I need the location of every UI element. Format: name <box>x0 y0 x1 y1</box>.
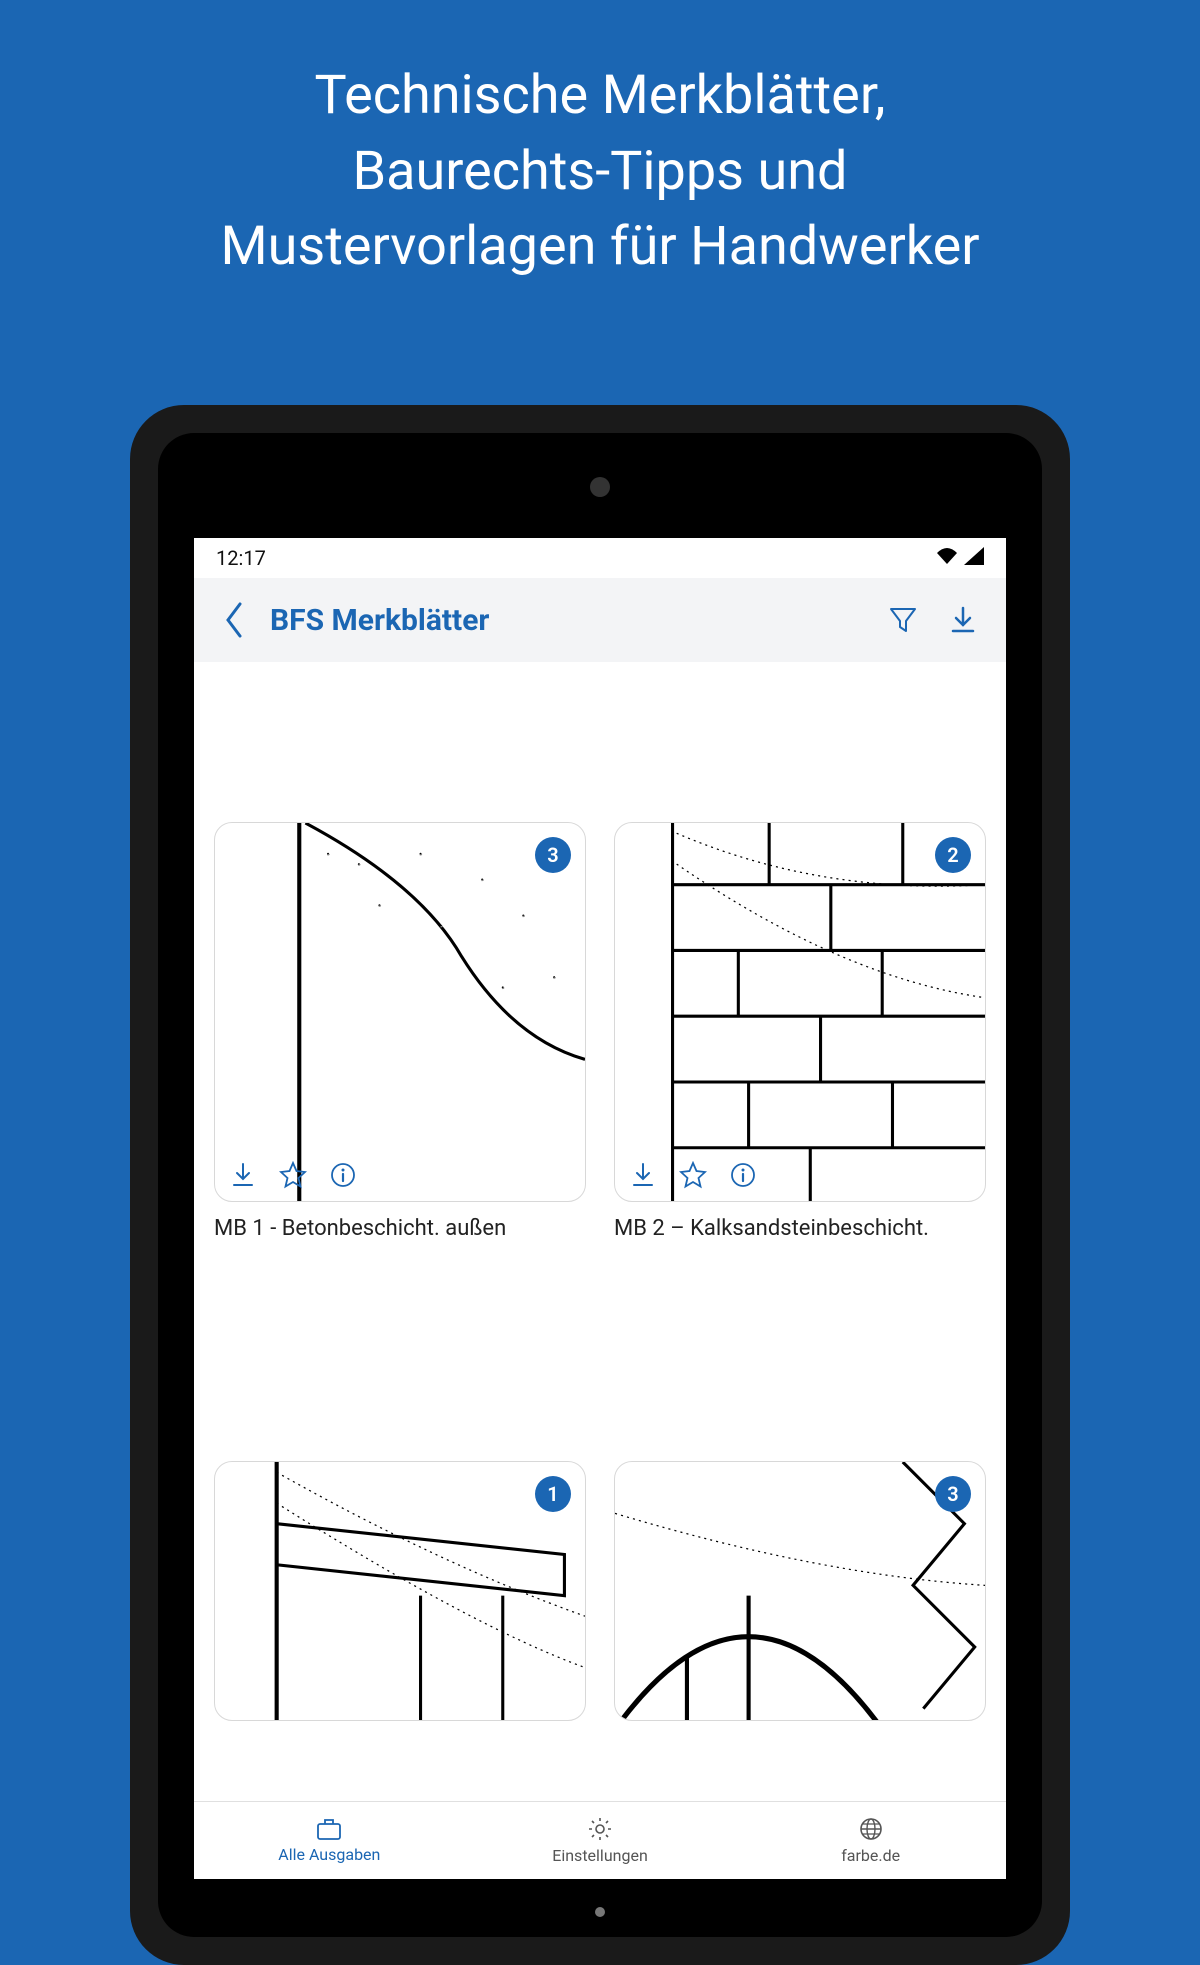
nav-label: Einstellungen <box>552 1846 648 1865</box>
card-item[interactable]: 1 <box>214 1461 586 1721</box>
card-grid-row2: 1 3 <box>214 1461 986 1721</box>
tablet-frame: 12:17 BFS Merkblätter <box>130 405 1070 1965</box>
promo-line-3: Mustervorlagen für Handwerker <box>40 209 1160 285</box>
filter-icon <box>888 605 918 635</box>
app-screen: 12:17 BFS Merkblätter <box>194 538 1006 1879</box>
status-icons <box>936 546 984 570</box>
status-time: 12:17 <box>216 546 266 570</box>
cover-art-concrete-icon <box>215 823 585 1202</box>
card-title: MB 1 - Betonbeschicht. außen <box>214 1216 586 1241</box>
nav-label: farbe.de <box>841 1846 900 1865</box>
card-badge: 3 <box>935 1476 971 1512</box>
back-button[interactable] <box>212 602 256 638</box>
cover-art-ledge-icon <box>215 1462 585 1721</box>
card-cover: 2 <box>614 822 986 1202</box>
card-item[interactable]: 2 MB 2 – Kalksandsteinbeschicht. <box>614 822 986 1241</box>
card-actions <box>627 1159 759 1191</box>
card-cover: 3 <box>214 822 586 1202</box>
card-item[interactable]: 3 MB 1 - Betonbeschicht. außen <box>214 822 586 1241</box>
favorite-button[interactable] <box>677 1159 709 1191</box>
nav-label: Alle Ausgaben <box>278 1845 380 1864</box>
gear-icon <box>587 1816 613 1842</box>
info-button[interactable] <box>727 1159 759 1191</box>
nav-settings[interactable]: Einstellungen <box>465 1802 736 1879</box>
download-all-button[interactable] <box>946 603 980 637</box>
card-item[interactable]: 3 <box>614 1461 986 1721</box>
bottom-nav: Alle Ausgaben Einstellungen farbe.de <box>194 1801 1006 1879</box>
promo-text: Technische Merkblätter, Baurechts-Tipps … <box>0 0 1200 285</box>
favorite-button[interactable] <box>277 1159 309 1191</box>
card-badge: 1 <box>535 1476 571 1512</box>
wifi-icon <box>936 546 958 570</box>
cover-art-bridge-icon <box>615 1462 985 1721</box>
camera-dot <box>590 477 610 497</box>
chevron-left-icon <box>224 602 244 638</box>
download-icon <box>948 605 978 635</box>
status-bar: 12:17 <box>194 538 1006 578</box>
tablet-inner: 12:17 BFS Merkblätter <box>158 433 1042 1937</box>
promo-line-2: Baurechts-Tipps und <box>40 134 1160 210</box>
header-actions <box>886 603 988 637</box>
download-button[interactable] <box>627 1159 659 1191</box>
page-title: BFS Merkblätter <box>256 603 886 638</box>
promo-line-1: Technische Merkblätter, <box>40 58 1160 134</box>
download-icon <box>229 1161 257 1189</box>
card-grid: 3 MB 1 - Betonbeschicht. außen <box>214 822 986 1241</box>
cover-art-brick-icon <box>615 823 985 1202</box>
info-icon <box>329 1161 357 1189</box>
nav-all-issues[interactable]: Alle Ausgaben <box>194 1802 465 1879</box>
info-button[interactable] <box>327 1159 359 1191</box>
filter-button[interactable] <box>886 603 920 637</box>
home-indicator <box>595 1907 605 1917</box>
download-icon <box>629 1161 657 1189</box>
download-button[interactable] <box>227 1159 259 1191</box>
card-actions <box>227 1159 359 1191</box>
nav-website[interactable]: farbe.de <box>735 1802 1006 1879</box>
card-title: MB 2 – Kalksandsteinbeschicht. <box>614 1216 986 1241</box>
app-content[interactable]: 3 MB 1 - Betonbeschicht. außen <box>194 662 1006 1801</box>
star-icon <box>279 1161 307 1189</box>
card-cover: 1 <box>214 1461 586 1721</box>
globe-icon <box>858 1816 884 1842</box>
app-header: BFS Merkblätter <box>194 578 1006 662</box>
star-icon <box>679 1161 707 1189</box>
card-badge: 3 <box>535 837 571 873</box>
signal-icon <box>964 546 984 570</box>
briefcase-icon <box>315 1817 343 1841</box>
card-badge: 2 <box>935 837 971 873</box>
info-icon <box>729 1161 757 1189</box>
card-cover: 3 <box>614 1461 986 1721</box>
